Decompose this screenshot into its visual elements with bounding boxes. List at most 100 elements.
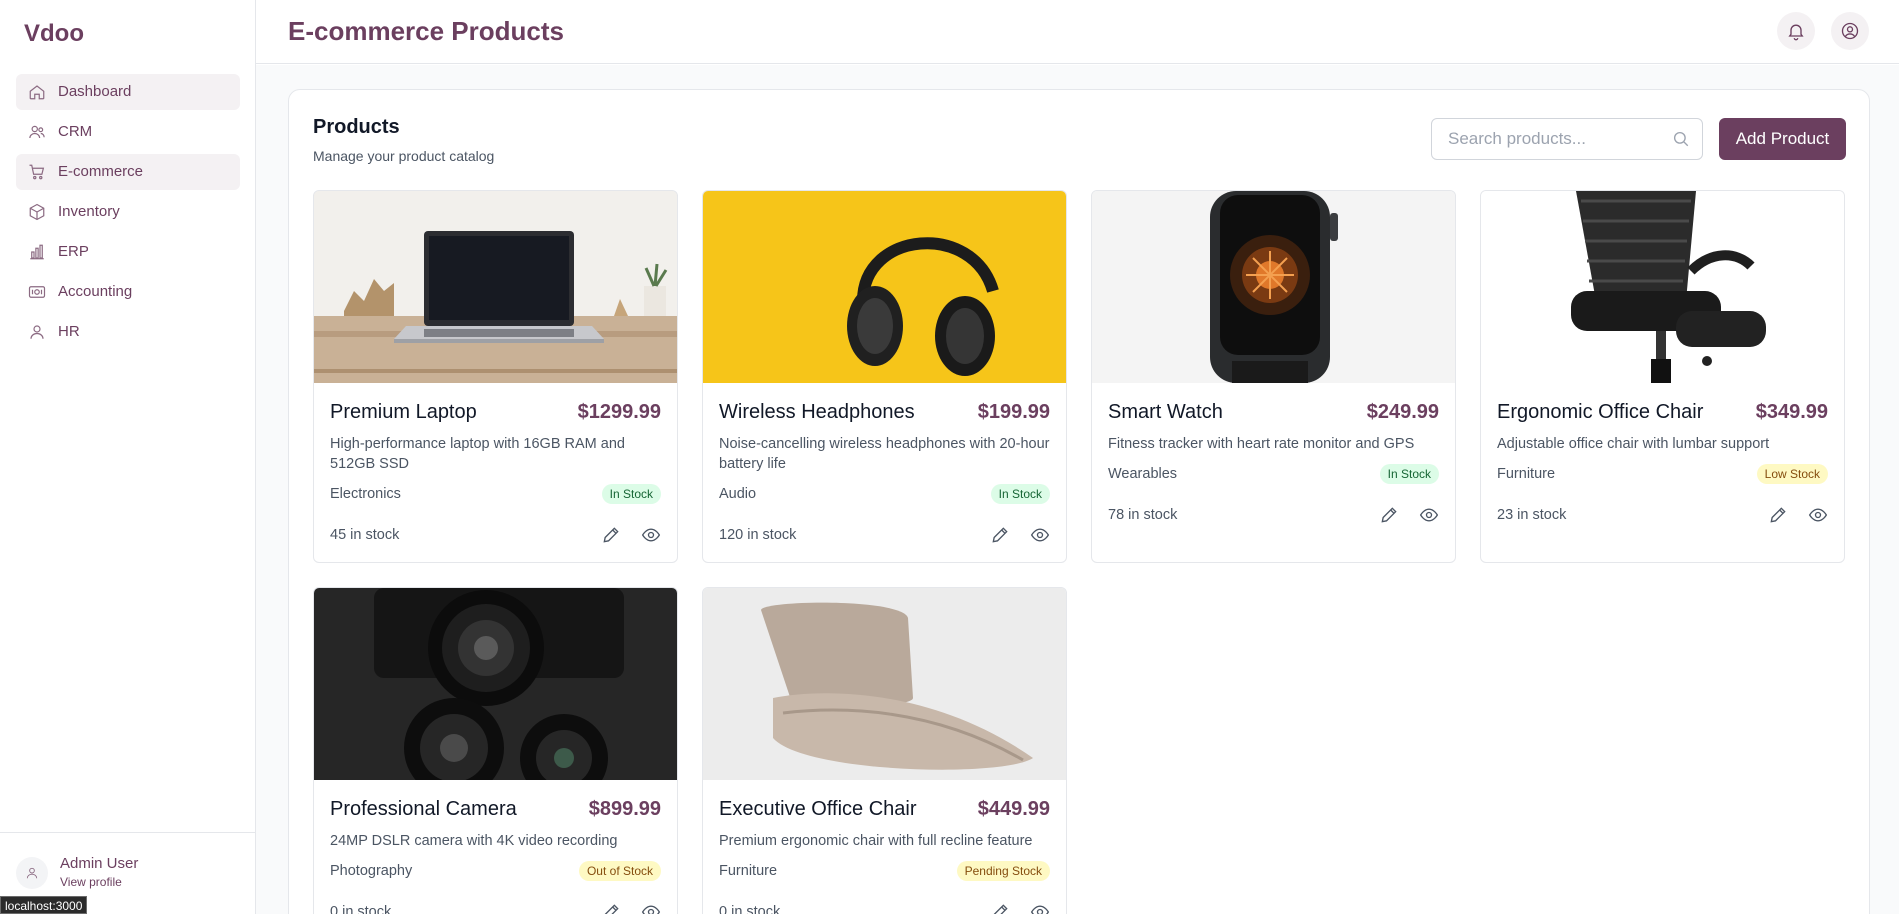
stock-count: 0 in stock	[330, 904, 392, 914]
status-badge: Low Stock	[1756, 464, 1828, 484]
sidebar-item-crm[interactable]: CRM	[16, 114, 240, 150]
product-price: $449.99	[977, 798, 1050, 820]
product-image-office-chair	[1481, 191, 1844, 383]
main-content: Products Manage your product catalog Add…	[256, 65, 1899, 914]
product-description: Adjustable office chair with lumbar supp…	[1497, 436, 1770, 452]
user-icon	[26, 867, 38, 879]
view-icon[interactable]	[1808, 505, 1828, 525]
status-badge: In Stock	[601, 484, 661, 504]
sidebar-item-label: Inventory	[58, 203, 120, 220]
product-image-laptop	[314, 191, 677, 383]
view-icon[interactable]	[641, 902, 661, 914]
user-icon	[30, 325, 44, 339]
page-title: E-commerce Products	[288, 16, 564, 46]
status-badge: Out of Stock	[578, 861, 661, 881]
edit-icon[interactable]	[601, 525, 621, 545]
view-profile-link[interactable]: View profile	[60, 875, 122, 889]
view-icon[interactable]	[1030, 525, 1050, 545]
product-category: Furniture	[1497, 466, 1556, 482]
product-price: $199.99	[977, 401, 1050, 423]
sidebar-item-label: Accounting	[58, 283, 133, 300]
edit-icon[interactable]	[990, 902, 1010, 914]
product-name: Smart Watch	[1108, 401, 1223, 423]
product-name: Wireless Headphones	[719, 401, 915, 423]
product-description: Noise-cancelling wireless headphones wit…	[719, 436, 1050, 472]
sidebar-item-inventory[interactable]: Inventory	[16, 194, 240, 230]
app-root: Vdoo Dashboard CRM E-commerce Inventory …	[0, 0, 1899, 914]
product-price: $349.99	[1755, 401, 1828, 423]
sidebar-nav: Dashboard CRM E-commerce Inventory ERP A…	[16, 74, 240, 354]
stock-count: 120 in stock	[719, 527, 797, 543]
stock-count: 23 in stock	[1497, 507, 1567, 523]
product-description: 24MP DSLR camera with 4K video recording	[330, 833, 618, 849]
avatar	[16, 857, 48, 889]
product-category: Audio	[719, 486, 757, 502]
panel-title: Products	[313, 116, 400, 138]
box-icon	[29, 203, 45, 221]
stock-count: 0 in stock	[719, 904, 781, 914]
status-badge: In Stock	[1379, 464, 1439, 484]
top-header: E-commerce Products	[256, 0, 1899, 64]
view-icon[interactable]	[1030, 902, 1050, 914]
brand-logo[interactable]: Vdoo	[24, 20, 84, 48]
status-badge: In Stock	[990, 484, 1050, 504]
sidebar-item-label: Dashboard	[58, 83, 132, 100]
product-image-headphones	[703, 191, 1066, 383]
search-icon	[1673, 131, 1689, 147]
edit-icon[interactable]	[1768, 505, 1788, 525]
product-name: Premium Laptop	[330, 401, 477, 423]
account-button[interactable]	[1831, 12, 1869, 50]
bar-chart-icon	[30, 244, 44, 260]
product-image-camera	[314, 588, 677, 780]
status-url-tooltip: localhost:3000	[0, 896, 88, 914]
product-name: Professional Camera	[330, 798, 517, 820]
product-card: Smart Watch $249.99 Fitness tracker with…	[1091, 190, 1456, 563]
product-description: High-performance laptop with 16GB RAM an…	[330, 436, 625, 472]
view-icon[interactable]	[1419, 505, 1439, 525]
user-circle-icon	[1841, 22, 1859, 40]
product-description: Fitness tracker with heart rate monitor …	[1108, 436, 1415, 452]
sidebar-item-hr[interactable]: HR	[16, 314, 240, 350]
banknote-icon	[28, 286, 46, 298]
notifications-button[interactable]	[1777, 12, 1815, 50]
product-grid: Premium Laptop $1299.99 High-performance…	[313, 190, 1847, 914]
product-image-smart-watch	[1092, 191, 1455, 383]
product-category: Wearables	[1108, 466, 1178, 482]
sidebar-item-e-commerce[interactable]: E-commerce	[16, 154, 240, 190]
sidebar-item-accounting[interactable]: Accounting	[16, 274, 240, 310]
status-badge: Pending Stock	[956, 861, 1050, 881]
edit-icon[interactable]	[601, 902, 621, 914]
product-card: Professional Camera $899.99 24MP DSLR ca…	[313, 587, 678, 914]
user-name: Admin User	[60, 855, 139, 872]
sidebar-item-erp[interactable]: ERP	[16, 234, 240, 270]
stock-count: 78 in stock	[1108, 507, 1178, 523]
bell-icon	[1788, 24, 1804, 41]
products-panel: Products Manage your product catalog Add…	[288, 89, 1870, 914]
edit-icon[interactable]	[990, 525, 1010, 545]
product-card: Premium Laptop $1299.99 High-performance…	[313, 190, 678, 563]
product-price: $249.99	[1366, 401, 1439, 423]
sidebar-item-label: E-commerce	[58, 163, 144, 180]
product-price: $1299.99	[577, 401, 661, 423]
edit-icon[interactable]	[1379, 505, 1399, 525]
product-card: Ergonomic Office Chair $349.99 Adjustabl…	[1480, 190, 1845, 563]
sidebar: Vdoo Dashboard CRM E-commerce Inventory …	[0, 0, 256, 914]
product-image-executive-chair	[703, 588, 1066, 780]
view-icon[interactable]	[641, 525, 661, 545]
home-icon	[29, 85, 45, 100]
product-price: $899.99	[588, 798, 661, 820]
product-card: Wireless Headphones $199.99 Noise-cancel…	[702, 190, 1067, 563]
product-category: Furniture	[719, 863, 778, 879]
product-name: Executive Office Chair	[719, 798, 917, 820]
product-category: Electronics	[330, 486, 401, 502]
product-description: Premium ergonomic chair with full reclin…	[719, 833, 1033, 849]
add-product-button[interactable]: Add Product	[1719, 118, 1846, 160]
search-box	[1431, 118, 1703, 160]
sidebar-item-dashboard[interactable]: Dashboard	[16, 74, 240, 110]
shopping-cart-icon	[29, 164, 45, 180]
product-category: Photography	[330, 863, 413, 879]
stock-count: 45 in stock	[330, 527, 400, 543]
sidebar-item-label: ERP	[58, 243, 89, 260]
search-input[interactable]	[1432, 119, 1702, 159]
product-name: Ergonomic Office Chair	[1497, 401, 1704, 423]
